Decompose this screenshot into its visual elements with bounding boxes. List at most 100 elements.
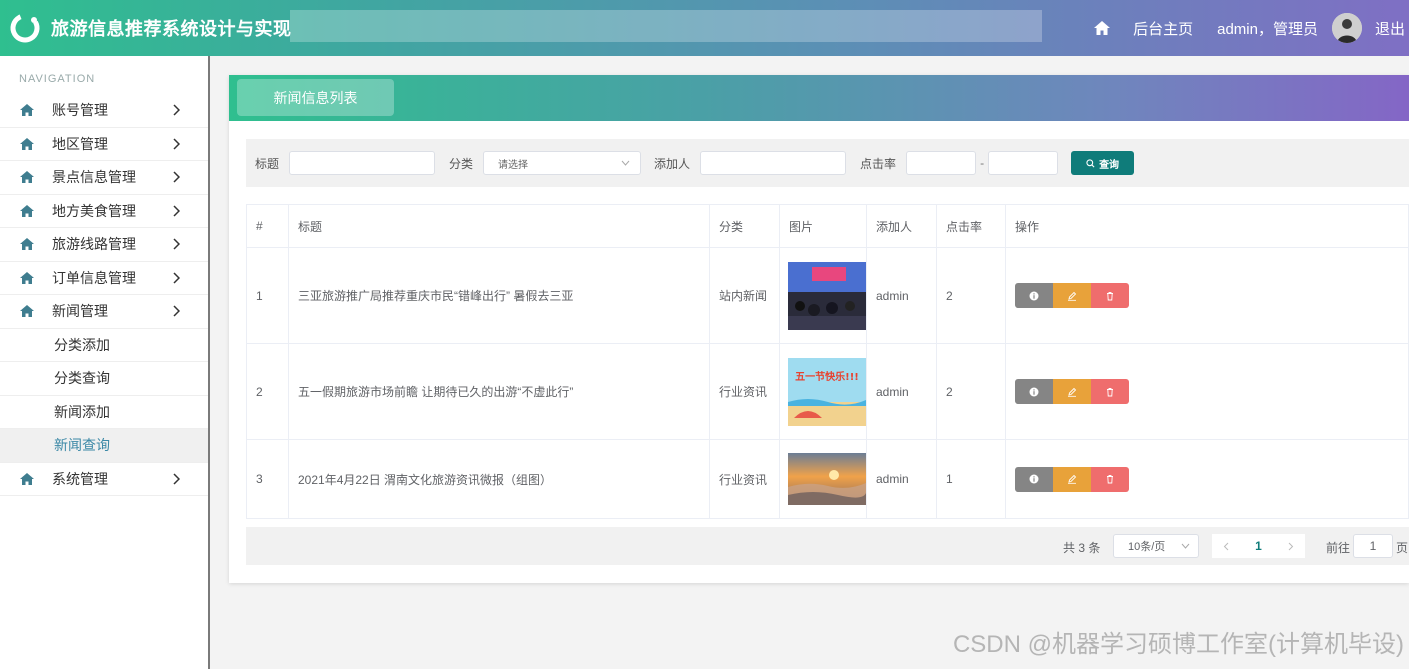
clicks-filter-label: 点击率 xyxy=(860,156,897,171)
goto-page-input[interactable]: 1 xyxy=(1353,534,1393,558)
detail-button[interactable] xyxy=(1015,379,1053,404)
sidebar-item-orders[interactable]: 订单信息管理 xyxy=(0,262,208,295)
category-filter-label: 分类 xyxy=(449,156,474,171)
query-button-label: 查询 xyxy=(1099,159,1120,171)
title-filter-label: 标题 xyxy=(255,156,280,171)
row-adder: admin xyxy=(866,343,937,440)
home-icon xyxy=(20,238,34,251)
home-icon xyxy=(20,271,34,284)
page-suffix: 页 xyxy=(1396,541,1409,555)
row-category: 行业资讯 xyxy=(709,343,780,440)
info-icon xyxy=(1029,291,1039,300)
edit-button[interactable] xyxy=(1053,379,1091,404)
chevron-right-icon xyxy=(173,104,180,116)
detail-button[interactable] xyxy=(1015,283,1053,308)
sidebar-item-food[interactable]: 地方美食管理 xyxy=(0,195,208,228)
top-header: 旅游信息推荐系统设计与实现 后台主页 admin，管理员 退出 xyxy=(0,0,1409,56)
edit-icon xyxy=(1068,474,1077,484)
row-adder: admin xyxy=(866,439,937,519)
sidebar-item-routes[interactable]: 旅游线路管理 xyxy=(0,228,208,262)
home-icon xyxy=(20,137,34,150)
pagination-total: 共 3 条 xyxy=(1063,541,1101,555)
row-adder: admin xyxy=(866,247,937,344)
delete-button[interactable] xyxy=(1091,466,1129,492)
chevron-right-icon xyxy=(173,238,180,250)
sidebar-item-attractions[interactable]: 景点信息管理 xyxy=(0,161,208,195)
sidebar-item-label: 景点信息管理 xyxy=(52,169,136,186)
current-page[interactable]: 1 xyxy=(1255,539,1262,553)
sidebar-item-label: 订单信息管理 xyxy=(52,269,136,286)
row-index: 3 xyxy=(246,439,289,519)
detail-button[interactable] xyxy=(1015,466,1053,492)
query-button[interactable]: 查询 xyxy=(1071,151,1135,175)
chevron-right-icon xyxy=(173,171,180,183)
table-header-row: # 标题 分类 图片 添加人 点击率 操作 xyxy=(246,204,1409,248)
adder-filter-label: 添加人 xyxy=(654,156,691,171)
dashboard-link[interactable]: 后台主页 xyxy=(1133,18,1193,39)
news-table: # 标题 分类 图片 添加人 点击率 操作 1 三亚旅游推广局推荐重庆市民“错峰… xyxy=(246,204,1409,519)
sidebar-item-label: 地区管理 xyxy=(52,135,108,152)
title-bar-highlight xyxy=(290,10,1042,42)
chevron-right-icon[interactable] xyxy=(1286,542,1295,551)
sidebar-item-system[interactable]: 系统管理 xyxy=(0,463,208,496)
adder-filter-input[interactable] xyxy=(700,151,847,175)
chevron-down-icon xyxy=(621,160,630,166)
home-icon[interactable] xyxy=(1093,19,1111,37)
card-header: 新闻信息列表 xyxy=(229,75,1409,121)
table-row: 1 三亚旅游推广局推荐重庆市民“错峰出行” 暑假去三亚 站内新闻 admin 2 xyxy=(246,247,1409,344)
sidebar-item-label: 系统管理 xyxy=(52,470,108,487)
category-select[interactable]: 请选择 xyxy=(483,151,642,175)
edit-button[interactable] xyxy=(1053,466,1091,492)
clicks-max-input[interactable] xyxy=(988,151,1059,175)
current-user[interactable]: admin，管理员 xyxy=(1217,18,1318,39)
page-size-select[interactable]: 10条/页 xyxy=(1113,534,1199,558)
title-filter-input[interactable] xyxy=(289,151,436,175)
delete-button[interactable] xyxy=(1091,283,1129,308)
pagination: 共 3 条 10条/页 1 前往 1 页 xyxy=(246,527,1409,565)
column-header-index: # xyxy=(246,204,289,248)
row-title: 三亚旅游推广局推荐重庆市民“错峰出行” 暑假去三亚 xyxy=(288,247,710,344)
avatar[interactable] xyxy=(1331,13,1362,43)
search-icon xyxy=(1086,158,1095,167)
row-index: 2 xyxy=(246,343,289,440)
range-separator: - xyxy=(980,156,985,170)
goto-label: 前往 xyxy=(1326,541,1351,555)
home-icon xyxy=(20,305,34,318)
sidebar: NAVIGATION 账号管理 地区管理 景点信息管理 地方美食管理 旅游线路管… xyxy=(0,56,210,669)
news-list-card: 新闻信息列表 标题 分类 请选择 添加人 点击率 - 查询 # 标题 分类 图片… xyxy=(229,75,1409,583)
chevron-left-icon[interactable] xyxy=(1222,542,1231,551)
edit-button[interactable] xyxy=(1053,283,1091,308)
info-icon xyxy=(1029,387,1039,396)
logout-link[interactable]: 退出 xyxy=(1375,18,1405,39)
sidebar-subitem-news-query[interactable]: 新闻查询 xyxy=(0,429,208,463)
app-logo xyxy=(9,12,41,44)
sidebar-item-news[interactable]: 新闻管理 xyxy=(0,295,208,329)
sidebar-item-account[interactable]: 账号管理 xyxy=(0,94,208,128)
row-category: 站内新闻 xyxy=(709,247,780,344)
table-row: 3 2021年4月22日 渭南文化旅游资讯微报（组图） 行业资讯 admin 1 xyxy=(246,439,1409,519)
news-thumbnail-beach-illustration[interactable]: 五一节快乐!!! xyxy=(788,357,866,426)
category-select-placeholder: 请选择 xyxy=(498,159,529,171)
sidebar-item-label: 账号管理 xyxy=(52,102,108,119)
column-header-adder: 添加人 xyxy=(866,204,937,248)
column-header-title: 标题 xyxy=(288,204,710,248)
row-title: 五一假期旅游市场前瞻 让期待已久的出游“不虚此行” xyxy=(288,343,710,440)
sidebar-item-label: 旅游线路管理 xyxy=(52,236,136,253)
sidebar-item-label: 新闻管理 xyxy=(52,303,108,320)
sidebar-subitem-category-query[interactable]: 分类查询 xyxy=(0,362,208,396)
column-header-category: 分类 xyxy=(709,204,780,248)
row-actions xyxy=(1015,283,1408,308)
page-navigator: 1 xyxy=(1212,534,1305,558)
sidebar-item-region[interactable]: 地区管理 xyxy=(0,128,208,161)
delete-button[interactable] xyxy=(1091,379,1129,404)
sidebar-subitem-news-add[interactable]: 新闻添加 xyxy=(0,396,208,429)
row-category: 行业资讯 xyxy=(709,439,780,519)
row-actions xyxy=(1015,379,1408,404)
row-clicks: 2 xyxy=(936,247,1006,344)
news-thumbnail-sunset-clouds[interactable] xyxy=(788,453,866,505)
tab-news-list[interactable]: 新闻信息列表 xyxy=(237,79,394,116)
news-thumbnail-event-photo[interactable] xyxy=(788,261,866,330)
sidebar-subitem-category-add[interactable]: 分类添加 xyxy=(0,329,208,362)
clicks-min-input[interactable] xyxy=(906,151,977,175)
home-icon xyxy=(20,204,34,217)
